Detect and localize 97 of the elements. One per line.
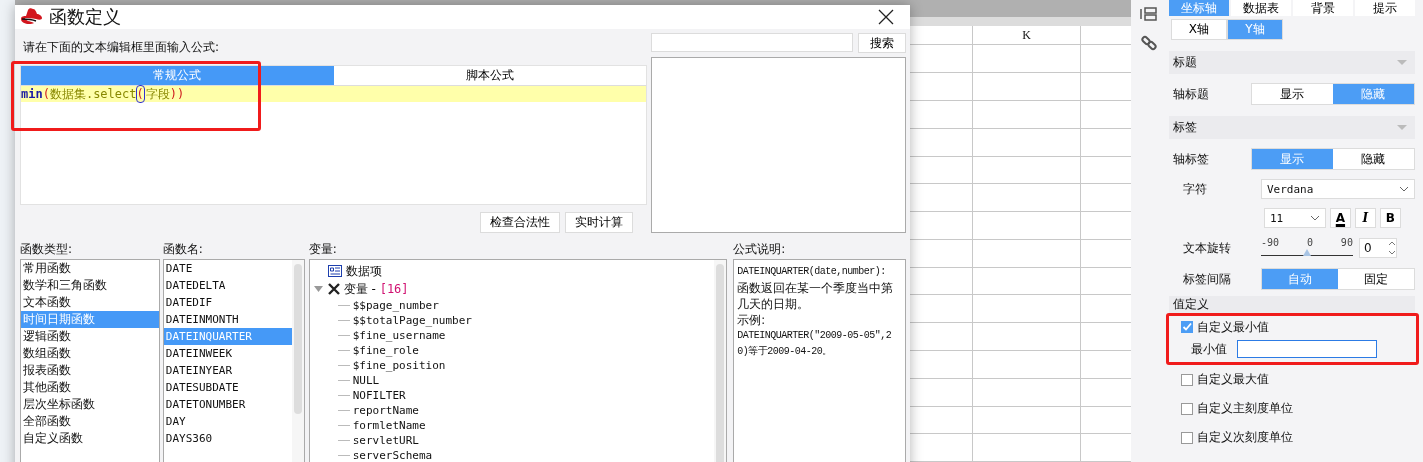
slider-tick-label: 0	[1306, 237, 1313, 248]
description-text: DATEINQUARTER("2009-05-05",20)等于2009-04-20。	[737, 329, 893, 359]
hat-logo-icon	[19, 7, 43, 27]
cross-arrows-icon	[327, 283, 340, 295]
field-label: 轴标签	[1172, 150, 1210, 168]
list-item[interactable]: DATETONUMBER	[163, 396, 292, 413]
panel-tab[interactable]: 数据表	[1230, 0, 1291, 16]
list-item[interactable]: 自定义函数	[21, 430, 159, 447]
list-item[interactable]: 报表函数	[21, 362, 159, 379]
scrollbar-thumb[interactable]	[716, 264, 725, 462]
tree-item[interactable]: serverSchema	[352, 449, 433, 462]
list-item[interactable]: 数组函数	[21, 345, 159, 362]
checkbox[interactable]	[1180, 321, 1193, 333]
list-item[interactable]: DATEINWEEK	[163, 345, 292, 362]
list-item[interactable]: DATE	[163, 260, 292, 277]
min-value-field[interactable]	[1236, 340, 1377, 358]
rotation-spinner[interactable]: 0	[1358, 238, 1397, 258]
search-button[interactable]: 搜索	[858, 33, 906, 53]
list-label: 函数名:	[162, 241, 204, 258]
field-label: 字符	[1182, 180, 1208, 198]
tree-item[interactable]: formletName	[352, 419, 426, 432]
description-text: DATEINQUARTER(date,number):	[737, 265, 887, 279]
checkbox-label: 自定义最小值	[1196, 318, 1269, 336]
tree-item[interactable]: $fine_username	[352, 329, 446, 342]
tree-item[interactable]: $fine_role	[352, 344, 419, 357]
list-item[interactable]: 文本函数	[21, 294, 159, 311]
slider-tick-label: -90	[1260, 237, 1279, 248]
section-header[interactable]: 标签	[1168, 116, 1415, 139]
list-item[interactable]: 全部函数	[21, 413, 159, 430]
checkbox[interactable]	[1180, 402, 1193, 415]
list-item[interactable]: DATEDELTA	[163, 277, 292, 294]
dialog-button[interactable]: 检查合法性	[480, 212, 561, 233]
chevron-down-icon	[1309, 215, 1320, 221]
font-select[interactable]: Verdana	[1260, 179, 1415, 199]
scrollbar-thumb[interactable]	[293, 264, 302, 414]
list-label: 变量:	[308, 241, 338, 258]
dialog-button[interactable]: 实时计算	[565, 212, 634, 233]
list-item[interactable]: 其他函数	[21, 379, 159, 396]
expand-arrow-icon[interactable]	[313, 286, 323, 292]
tree-item[interactable]: NULL	[352, 374, 380, 387]
list-label: 公式说明:	[733, 241, 787, 258]
list-item[interactable]: 逻辑函数	[21, 328, 159, 345]
bold-button[interactable]: B	[1379, 208, 1401, 228]
tree-item[interactable]: NOFILTER	[352, 389, 406, 402]
close-icon[interactable]	[878, 9, 894, 25]
field-label: 最小值	[1190, 340, 1227, 358]
editor-tab[interactable]: 脚本公式	[333, 66, 647, 86]
tree-item[interactable]: $fine_position	[352, 359, 446, 372]
tree-item[interactable]: 数据项	[345, 262, 382, 280]
list-item[interactable]: DATEINYEAR	[163, 362, 292, 379]
section-header[interactable]: 值定义	[1168, 296, 1415, 313]
size-select[interactable]: 11	[1263, 208, 1326, 228]
tree-item[interactable]: $$page_number	[352, 299, 439, 312]
instruction-text: 请在下面的文本编辑框里面输入公式:	[22, 39, 221, 56]
field-label: 轴标题	[1172, 85, 1210, 103]
formula-editor[interactable]: 常规公式 脚本公式 min(数据集.select( 字段))	[20, 65, 648, 205]
italic-button[interactable]: I	[1354, 208, 1376, 228]
slider-tick-label: 90	[1340, 237, 1353, 248]
field-label: 文本旋转	[1182, 239, 1232, 257]
card-icon	[327, 265, 342, 277]
list-icon[interactable]	[1139, 7, 1158, 21]
list-item[interactable]: 常用函数	[21, 260, 159, 277]
chevron-down-icon	[1399, 186, 1409, 192]
column-header: K	[973, 26, 1082, 45]
tree-item[interactable]: $$totalPage_number	[352, 314, 472, 327]
toggle-option[interactable]: 固定	[1337, 269, 1414, 289]
list-label: 函数类型:	[20, 241, 74, 258]
search-field[interactable]	[651, 33, 854, 52]
checkbox-label: 自定义主刻度单位	[1196, 400, 1293, 417]
checkbox[interactable]	[1180, 373, 1193, 386]
slider-thumb[interactable]	[1302, 249, 1311, 256]
tree-item[interactable]: 变量 - [16]	[343, 280, 409, 298]
field-label: 标签间隔	[1182, 270, 1232, 288]
font-color-button[interactable]: A	[1329, 208, 1351, 228]
panel-tab[interactable]: 提示	[1354, 0, 1415, 16]
checkbox-label: 自定义最大值	[1196, 371, 1269, 388]
toggle-option[interactable]: 显示	[1251, 84, 1333, 104]
tree-item[interactable]: servletURL	[352, 434, 419, 447]
link-icon[interactable]	[1140, 35, 1157, 51]
list-item[interactable]: 层次坐标函数	[21, 396, 159, 413]
checkbox[interactable]	[1180, 431, 1193, 444]
dialog-title: 函数定义	[49, 5, 122, 29]
list-item[interactable]: DATEINMONTH	[163, 311, 292, 328]
tree-item[interactable]: reportName	[352, 404, 419, 417]
list-item[interactable]: DATEDIF	[163, 294, 292, 311]
list-item[interactable]: DAYS360	[163, 430, 292, 447]
section-header[interactable]: 标题	[1168, 51, 1415, 74]
panel-tab[interactable]: 背景	[1292, 0, 1353, 16]
list-item[interactable]: 数学和三角函数	[21, 277, 159, 294]
up-down-arrows-icon	[1387, 239, 1396, 257]
checkbox-label: 自定义次刻度单位	[1196, 429, 1293, 446]
axis-tab[interactable]: X轴	[1170, 19, 1227, 40]
description-text: 示例:	[737, 312, 767, 328]
list-item[interactable]: DATESUBDATE	[163, 379, 292, 396]
list-item[interactable]: DAY	[163, 413, 292, 430]
description-text: 函数返回在某一个季度当中第几天的日期。	[737, 280, 895, 312]
toggle-option[interactable]: 隐藏	[1332, 149, 1414, 169]
